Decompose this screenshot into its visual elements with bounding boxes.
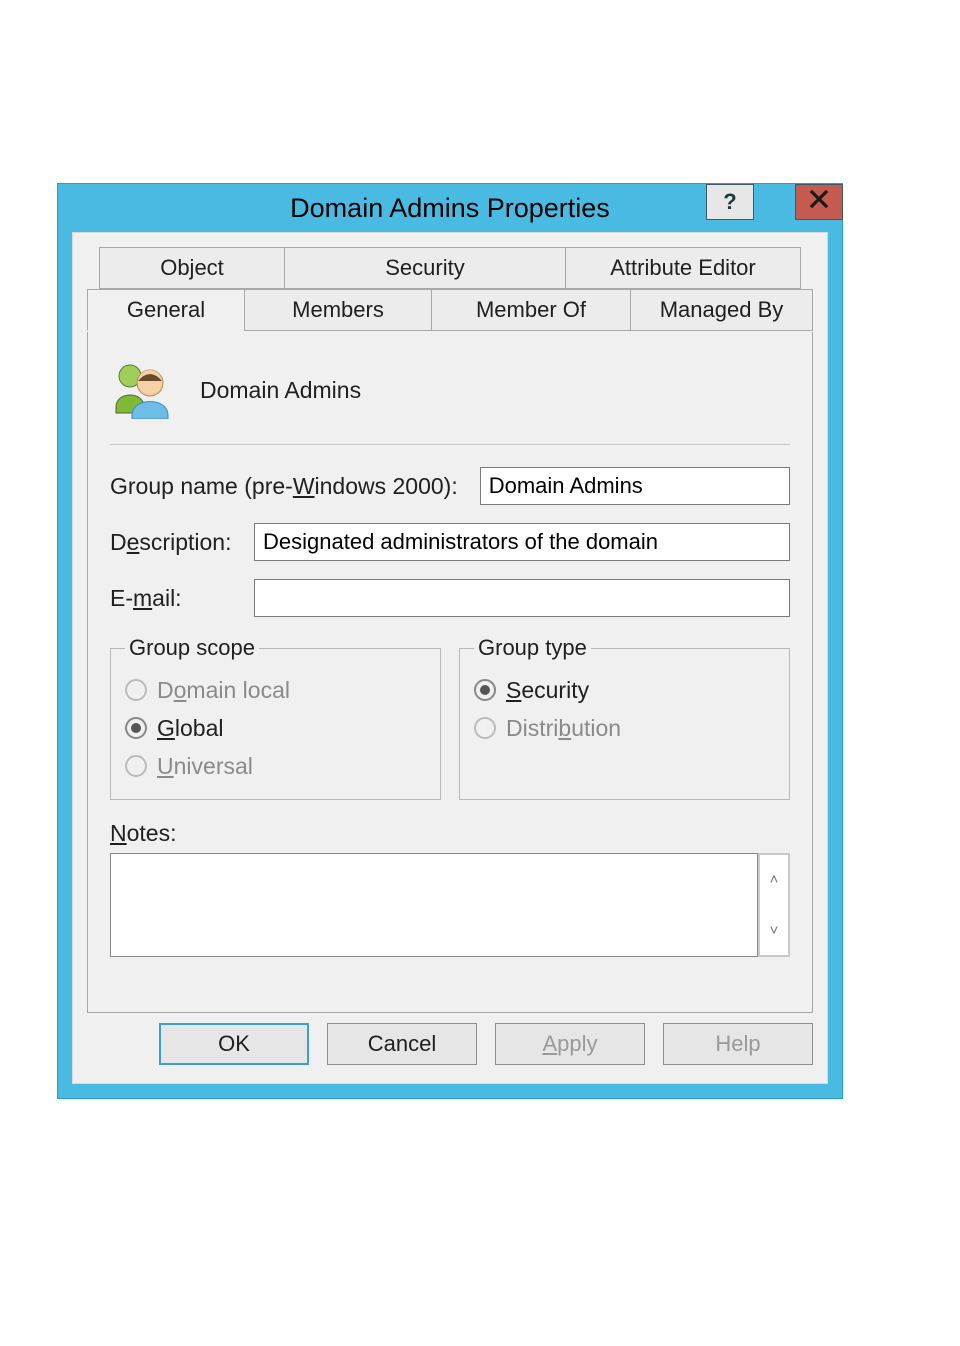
- group-scope-legend: Group scope: [125, 635, 259, 661]
- radio-distribution[interactable]: Distribution: [474, 709, 775, 747]
- radio-label: Domain local: [157, 677, 290, 704]
- row-pre2000: Group name (pre-Windows 2000):: [110, 467, 790, 505]
- group-display-name: Domain Admins: [200, 377, 361, 404]
- tab-row-back: Object Security Attribute Editor: [99, 247, 801, 289]
- tab-object[interactable]: Object: [99, 247, 285, 289]
- label-description: Description:: [110, 529, 254, 556]
- radio-icon: [125, 717, 147, 739]
- ok-button[interactable]: OK: [159, 1023, 309, 1065]
- scroll-down-icon[interactable]: ˅: [760, 906, 788, 955]
- help-icon: ?: [723, 189, 736, 215]
- tab-managed-by[interactable]: Managed By: [630, 289, 813, 331]
- input-description[interactable]: [254, 523, 790, 561]
- tab-row-front: General Members Member Of Managed By: [87, 289, 813, 331]
- notes-wrap: ˄ ˅: [110, 853, 790, 957]
- radio-icon: [474, 717, 496, 739]
- label-notes: Notes:: [110, 820, 790, 847]
- dialog-button-row: OK Cancel Apply Help: [87, 1023, 813, 1069]
- header-row: Domain Admins: [110, 354, 790, 426]
- input-pre2000[interactable]: [480, 467, 790, 505]
- help-button[interactable]: Help: [663, 1023, 813, 1065]
- label-email: E-mail:: [110, 585, 254, 612]
- close-icon: [809, 189, 829, 215]
- radio-label: Universal: [157, 753, 253, 780]
- radio-icon: [474, 679, 496, 701]
- titlebar-help-button[interactable]: ?: [706, 184, 754, 220]
- radio-label: Security: [506, 677, 589, 704]
- fieldset-row: Group scope Domain local Global Universa…: [110, 635, 790, 800]
- tab-member-of[interactable]: Member Of: [431, 289, 631, 331]
- tab-general[interactable]: General: [87, 289, 245, 331]
- apply-button[interactable]: Apply: [495, 1023, 645, 1065]
- group-icon: [110, 361, 172, 419]
- properties-dialog: Domain Admins Properties ? Object Securi…: [57, 183, 843, 1099]
- scroll-up-icon[interactable]: ˄: [760, 855, 788, 904]
- client-area: Object Security Attribute Editor General…: [72, 232, 828, 1084]
- textarea-notes[interactable]: [110, 853, 758, 957]
- radio-icon: [125, 679, 147, 701]
- input-email[interactable]: [254, 579, 790, 617]
- radio-domain-local[interactable]: Domain local: [125, 671, 426, 709]
- group-type-fieldset: Group type Security Distribution: [459, 635, 790, 800]
- radio-security[interactable]: Security: [474, 671, 775, 709]
- tab-attribute-editor[interactable]: Attribute Editor: [565, 247, 801, 289]
- group-scope-fieldset: Group scope Domain local Global Universa…: [110, 635, 441, 800]
- tab-security[interactable]: Security: [284, 247, 566, 289]
- radio-label: Distribution: [506, 715, 621, 742]
- notes-scrollbar[interactable]: ˄ ˅: [758, 853, 790, 957]
- label-pre2000: Group name (pre-Windows 2000):: [110, 473, 458, 500]
- row-email: E-mail:: [110, 579, 790, 617]
- radio-global[interactable]: Global: [125, 709, 426, 747]
- radio-universal[interactable]: Universal: [125, 747, 426, 785]
- titlebar-close-button[interactable]: [795, 184, 843, 220]
- window-title: Domain Admins Properties: [290, 193, 610, 224]
- tab-strip: Object Security Attribute Editor General…: [87, 247, 813, 333]
- tab-page-general: Domain Admins Group name (pre-Windows 20…: [87, 332, 813, 1013]
- divider: [110, 444, 790, 445]
- radio-label: Global: [157, 715, 224, 742]
- group-type-legend: Group type: [474, 635, 591, 661]
- titlebar[interactable]: Domain Admins Properties ?: [58, 184, 842, 232]
- tab-members[interactable]: Members: [244, 289, 432, 331]
- radio-icon: [125, 755, 147, 777]
- cancel-button[interactable]: Cancel: [327, 1023, 477, 1065]
- row-description: Description:: [110, 523, 790, 561]
